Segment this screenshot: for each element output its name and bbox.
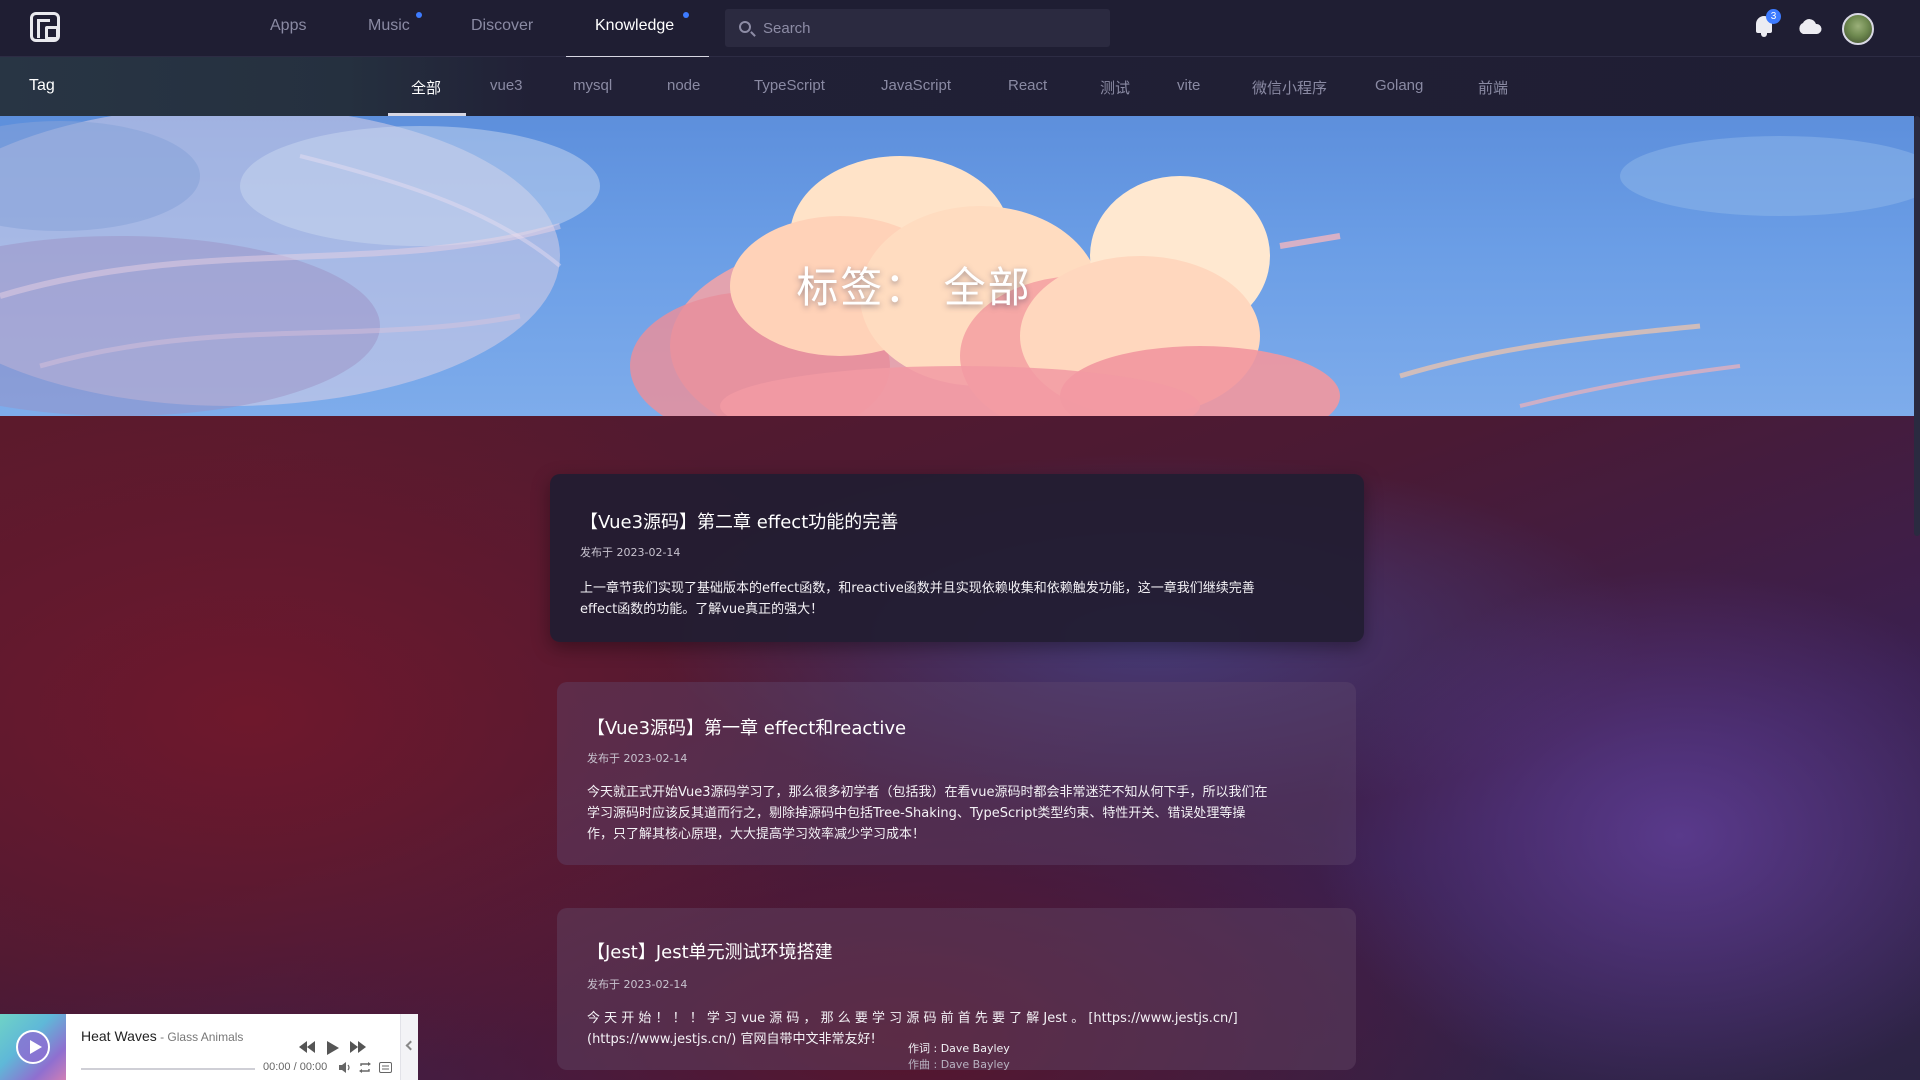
nav-discover[interactable]: Discover xyxy=(471,17,533,35)
volume-icon[interactable] xyxy=(339,1062,351,1073)
article-date: 发布于 2023-02-14 xyxy=(580,546,681,559)
tag-javascript[interactable]: JavaScript xyxy=(881,77,951,94)
notification-badge: 3 xyxy=(1766,9,1781,24)
tagbar-title: Tag xyxy=(29,77,55,94)
article-date: 发布于 2023-02-14 xyxy=(587,752,688,765)
tag-node[interactable]: node xyxy=(667,77,700,94)
cloud-icon[interactable] xyxy=(1797,18,1823,34)
article-card[interactable]: 【Vue3源码】第一章 effect和reactive 发布于 2023-02-… xyxy=(557,682,1356,865)
site-logo[interactable] xyxy=(30,12,60,42)
tag-bar: Tag 全部 vue3 mysql node TypeScript JavaSc… xyxy=(0,57,1920,116)
chevron-left-icon xyxy=(405,1040,416,1051)
album-cover[interactable] xyxy=(0,1014,66,1080)
lyric-line-next: 作曲 : Dave Bayley xyxy=(908,1058,1010,1071)
nav-knowledge[interactable]: Knowledge xyxy=(595,17,674,35)
article-title[interactable]: 【Jest】Jest单元测试环境搭建 xyxy=(587,938,833,964)
lyric-line-current: 作词 : Dave Bayley xyxy=(908,1042,1010,1055)
nav-apps[interactable]: Apps xyxy=(270,17,306,35)
nav-music[interactable]: Music xyxy=(368,17,410,35)
search-box[interactable] xyxy=(725,9,1110,47)
repeat-icon[interactable] xyxy=(359,1062,371,1073)
progress-bar[interactable] xyxy=(81,1068,255,1070)
tag-all[interactable]: 全部 xyxy=(411,77,441,98)
next-icon[interactable] xyxy=(350,1041,366,1053)
tag-vite[interactable]: vite xyxy=(1177,77,1200,94)
article-summary: 上一章节我们实现了基础版本的effect函数，和reactive函数并且实现依赖… xyxy=(580,581,1255,617)
play-disc-icon[interactable] xyxy=(16,1030,50,1064)
tag-typescript[interactable]: TypeScript xyxy=(754,77,825,94)
nav-music-dot xyxy=(416,12,422,18)
music-player: Heat Waves - Glass Animals 00:00 / 00:00 xyxy=(0,1014,418,1080)
play-icon[interactable] xyxy=(327,1041,339,1055)
nav-knowledge-dot xyxy=(683,12,689,18)
tag-golang[interactable]: Golang xyxy=(1375,77,1423,94)
song-title: Heat Waves xyxy=(81,1028,157,1044)
article-card[interactable]: 【Vue3源码】第二章 effect功能的完善 发布于 2023-02-14 上… xyxy=(550,474,1364,642)
collapse-player-button[interactable] xyxy=(400,1014,418,1080)
tag-frontend[interactable]: 前端 xyxy=(1478,77,1508,98)
top-navbar: Apps Music Discover Knowledge 3 xyxy=(0,0,1920,58)
search-input[interactable] xyxy=(763,9,1093,47)
hero-title: 标签： 全部 xyxy=(796,263,1032,312)
song-separator: - xyxy=(156,1030,168,1044)
previous-icon[interactable] xyxy=(299,1041,315,1053)
search-icon xyxy=(739,21,751,33)
hero-banner: 标签： 全部 xyxy=(0,116,1914,416)
avatar[interactable] xyxy=(1842,13,1874,45)
article-title[interactable]: 【Vue3源码】第二章 effect功能的完善 xyxy=(580,508,898,534)
song-artist: Glass Animals xyxy=(167,1030,244,1044)
song-info: Heat Waves - Glass Animals xyxy=(81,1028,243,1044)
scrollbar[interactable] xyxy=(1914,116,1920,536)
tag-vue3[interactable]: vue3 xyxy=(490,77,523,94)
tag-wechat-miniprogram[interactable]: 微信小程序 xyxy=(1252,77,1327,98)
lyrics-icon[interactable] xyxy=(379,1062,392,1073)
article-title[interactable]: 【Vue3源码】第一章 effect和reactive xyxy=(587,714,906,740)
tag-mysql[interactable]: mysql xyxy=(573,77,612,94)
tag-react[interactable]: React xyxy=(1008,77,1047,94)
playback-time: 00:00 / 00:00 xyxy=(263,1061,328,1073)
article-date: 发布于 2023-02-14 xyxy=(587,978,688,991)
tag-testing[interactable]: 测试 xyxy=(1100,77,1130,98)
article-summary: 今天就正式开始Vue3源码学习了，那么很多初学者（包括我）在看vue源码时都会非… xyxy=(587,785,1268,842)
